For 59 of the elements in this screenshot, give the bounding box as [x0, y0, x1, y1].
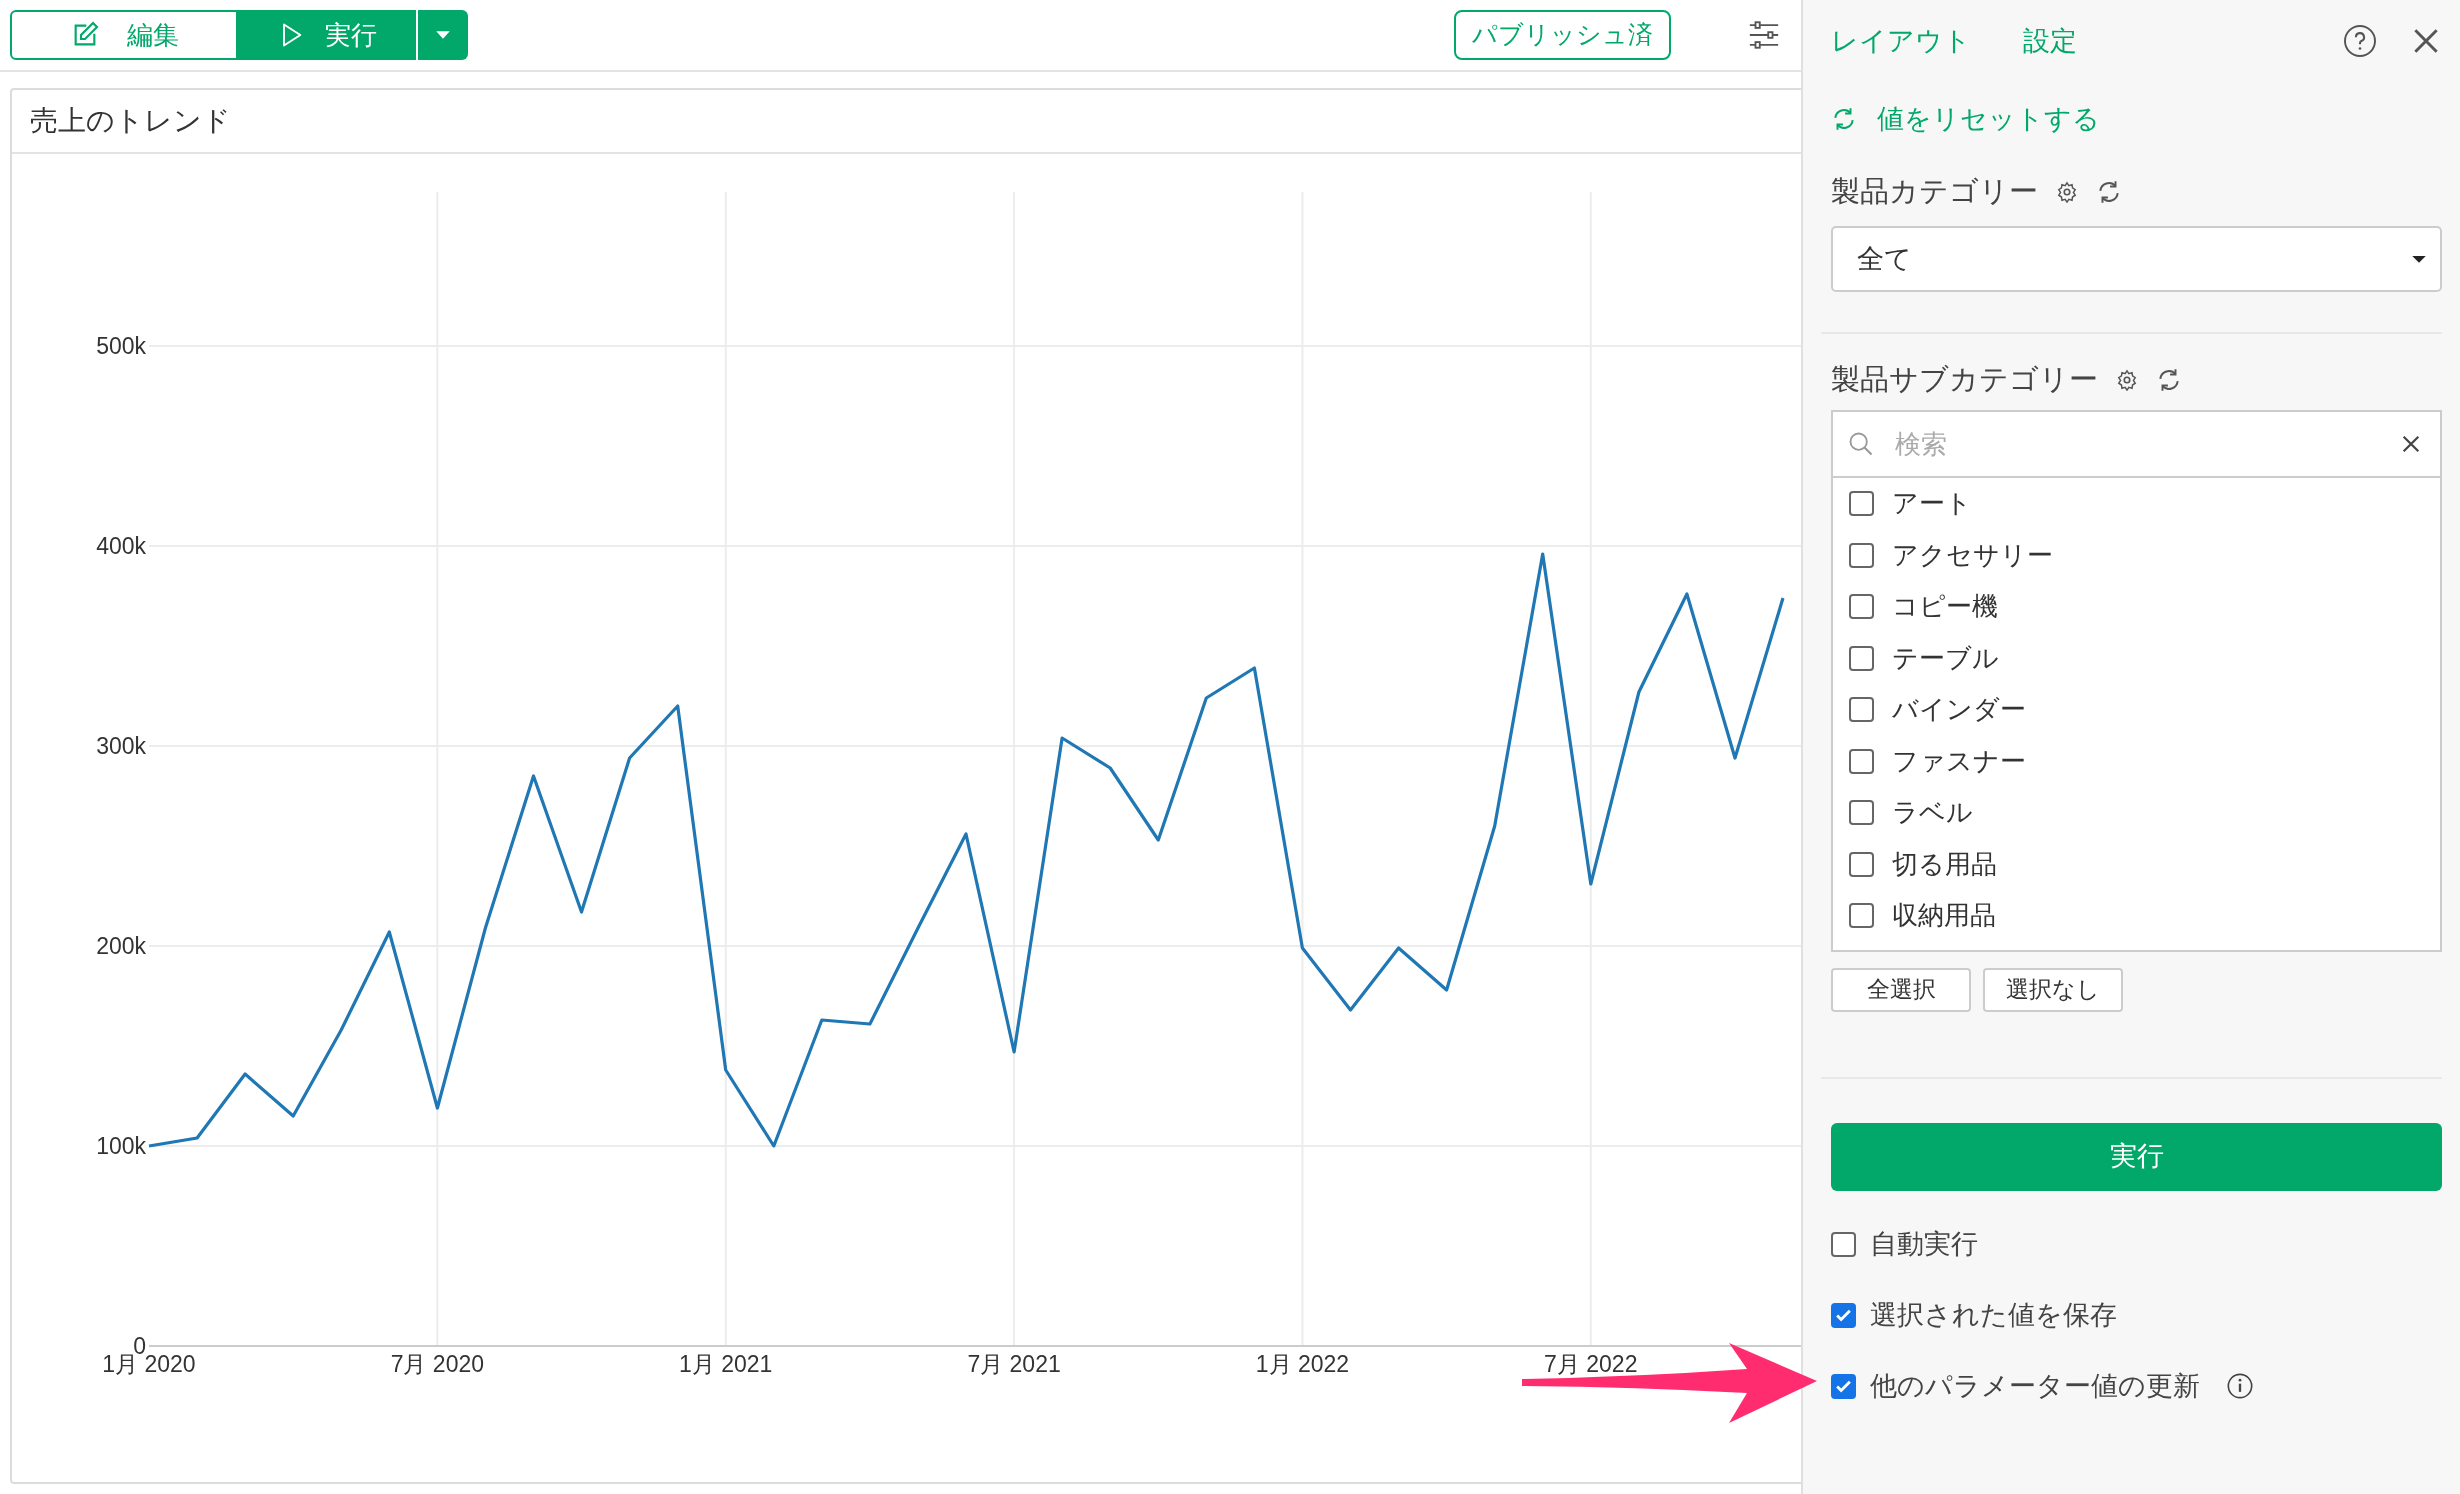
reset-values-link[interactable]: 値をリセットする — [1831, 98, 2100, 140]
sliders-icon — [1747, 18, 1781, 52]
y-axis-label: 400k — [96, 533, 146, 559]
option-label: アクセサリー — [1892, 538, 2053, 572]
checkbox[interactable] — [1849, 542, 1874, 568]
option-label: テーブル — [1892, 641, 1999, 675]
published-badge: パブリッシュ済 — [1454, 10, 1671, 60]
search-field[interactable]: 検索 — [1895, 419, 2380, 469]
x-axis-label: 7月 2022 — [1544, 1351, 1638, 1377]
gear-icon — [2116, 369, 2138, 391]
checkbox[interactable] — [1849, 645, 1874, 671]
x-axis-label: 7月 2020 — [390, 1351, 485, 1377]
y-axis-label: 200k — [96, 933, 146, 959]
dropdown-button[interactable] — [416, 10, 468, 60]
checkbox[interactable] — [1849, 800, 1874, 826]
checkbox[interactable] — [1849, 594, 1874, 620]
search-icon — [1847, 430, 1875, 458]
clear-icon — [2400, 433, 2422, 455]
y-axis-label: 500k — [96, 333, 146, 359]
checkbox[interactable] — [1849, 748, 1874, 774]
option-label: ラベル — [1892, 796, 1973, 830]
run-button[interactable]: 実行 — [1831, 1122, 2442, 1191]
option-label: 収納用品 — [1892, 899, 1996, 933]
checkbox[interactable] — [1849, 851, 1874, 877]
gear-icon — [2056, 181, 2078, 203]
edit-button[interactable]: 編集 — [10, 10, 238, 60]
option-label: ファスナー — [1892, 744, 2026, 778]
option-label: 自動実行 — [1870, 1227, 1978, 1261]
help-button[interactable] — [2342, 23, 2378, 59]
list-button[interactable]: 選択なし — [1983, 967, 2123, 1012]
x-axis-label: 1月 2022 — [1255, 1351, 1350, 1377]
x-axis-label: 7月 2021 — [967, 1351, 1061, 1377]
checkbox[interactable] — [1849, 697, 1874, 723]
option-label: バインダー — [1892, 693, 2026, 727]
option-label: アート — [1892, 487, 1972, 521]
parameter-label: 製品サブカテゴリー — [1831, 362, 2098, 398]
checkbox[interactable] — [1831, 1231, 1856, 1257]
panel-tab[interactable]: 設定 — [2023, 20, 2077, 62]
x-axis-label: 1月 2021 — [679, 1351, 773, 1377]
refresh-icon — [1831, 106, 1857, 132]
help-icon — [2342, 23, 2378, 59]
option-label: 他のパラメーター値の更新 — [1870, 1369, 2200, 1403]
checkbox[interactable] — [1831, 1302, 1856, 1328]
run-button[interactable]: 実行 — [238, 10, 416, 60]
y-axis-label: 300k — [96, 733, 146, 759]
list-button[interactable]: 全選択 — [1831, 967, 1971, 1012]
refresh-icon — [2156, 367, 2182, 393]
y-axis-label: 100k — [96, 1133, 146, 1159]
option-label: 選択された値を保存 — [1870, 1298, 2117, 1332]
category-select[interactable]: 全て — [1831, 226, 2442, 292]
refresh-icon — [2096, 179, 2122, 205]
parameter-label: 製品カテゴリー — [1831, 174, 2038, 210]
chart-title: 売上のトレンド — [30, 104, 231, 138]
option-label: コピー機 — [1892, 590, 1998, 624]
option-label: 切る用品 — [1892, 847, 1997, 881]
checkbox[interactable] — [1849, 903, 1874, 929]
checkbox[interactable] — [1849, 491, 1874, 517]
checkbox[interactable] — [1831, 1373, 1856, 1399]
panel-tab[interactable]: レイアウト — [1831, 20, 1971, 62]
